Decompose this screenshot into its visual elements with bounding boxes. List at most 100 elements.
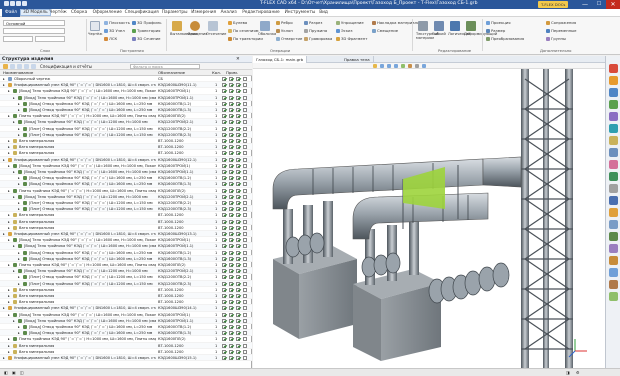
expand-arrow-icon[interactable]: ▸ — [8, 138, 12, 143]
visibility-checkbox[interactable] — [243, 145, 247, 150]
camera-icon[interactable] — [609, 196, 618, 205]
rotate-view-icon[interactable] — [394, 64, 398, 68]
visibility-checkbox[interactable] — [222, 120, 226, 125]
visibility-checkbox[interactable] — [236, 108, 240, 112]
visibility-checkbox[interactable] — [236, 318, 240, 323]
visibility-checkbox[interactable] — [229, 232, 233, 236]
expand-arrow-icon[interactable]: ▸ — [8, 287, 12, 292]
visibility-checkbox[interactable] — [236, 151, 240, 156]
visibility-checkbox[interactable] — [243, 157, 247, 162]
visibility-checkbox[interactable] — [222, 256, 226, 261]
visibility-checkbox[interactable] — [222, 318, 226, 323]
shell-button[interactable]: Оболочка — [258, 21, 276, 36]
expand-arrow-icon[interactable]: ▸ — [13, 194, 17, 199]
visibility-checkbox[interactable] — [243, 213, 247, 218]
visibility-checkbox[interactable] — [222, 263, 226, 267]
expand-arrow-icon[interactable]: ▸ — [8, 312, 12, 317]
animation-icon[interactable] — [609, 232, 618, 241]
structure-tree[interactable]: ▸ Сборочный чертеж СБ ▸ Унифицированный узел… — [0, 76, 252, 368]
rib-button[interactable]: Ребро — [276, 20, 293, 25]
simplify-button[interactable]: Упрощение — [336, 20, 364, 25]
open-icon[interactable] — [22, 1, 27, 6]
section-cut-button[interactable]: Разрез — [304, 20, 322, 25]
visibility-checkbox[interactable] — [229, 331, 233, 336]
loft-button[interactable]: По сечениям — [228, 28, 259, 33]
menu-item-3[interactable]: Сборка — [71, 10, 87, 15]
expand-icon[interactable] — [3, 64, 8, 69]
visibility-checkbox[interactable] — [229, 281, 233, 286]
visibility-checkbox[interactable] — [236, 170, 240, 174]
visibility-checkbox[interactable] — [236, 275, 240, 280]
visibility-checkbox[interactable] — [229, 151, 233, 156]
visibility-checkbox[interactable] — [243, 188, 247, 193]
notes-icon[interactable] — [609, 268, 618, 277]
spec-reports-button[interactable]: Спецификация и отчёты — [40, 64, 92, 69]
expand-arrow-icon[interactable]: ▸ — [8, 163, 12, 168]
visibility-checkbox[interactable] — [236, 139, 240, 143]
visibility-checkbox[interactable] — [236, 213, 240, 218]
expand-arrow-icon[interactable]: ▸ — [18, 175, 22, 180]
textures-icon[interactable] — [609, 280, 618, 289]
visibility-checkbox[interactable] — [236, 232, 240, 236]
visibility-checkbox[interactable] — [222, 83, 226, 88]
visibility-checkbox[interactable] — [236, 145, 240, 150]
visibility-checkbox[interactable] — [243, 89, 247, 94]
visibility-checkbox[interactable] — [243, 120, 247, 125]
extrude-button[interactable]: Выталкивание — [170, 21, 198, 36]
visibility-checkbox[interactable] — [236, 114, 240, 119]
visibility-checkbox[interactable] — [229, 176, 233, 181]
visibility-checkbox[interactable] — [222, 219, 226, 224]
expand-arrow-icon[interactable]: ▸ — [13, 243, 17, 248]
expand-arrow-icon[interactable]: ▸ — [18, 256, 22, 261]
materials-icon[interactable] — [609, 112, 618, 121]
menu-item-9[interactable]: Редактирование — [242, 10, 280, 15]
visibility-checkbox[interactable] — [236, 349, 240, 354]
trajectory-button[interactable]: Траектория — [132, 28, 160, 33]
visibility-checkbox[interactable] — [229, 194, 233, 199]
expand-arrow-icon[interactable]: ▸ — [18, 200, 22, 205]
expand-arrow-icon[interactable]: ▸ — [13, 169, 17, 174]
visibility-checkbox[interactable] — [236, 300, 240, 305]
view-orient-icon[interactable] — [373, 64, 377, 68]
visibility-checkbox[interactable] — [222, 132, 226, 137]
visibility-checkbox[interactable] — [229, 120, 233, 125]
visibility-checkbox[interactable] — [229, 225, 233, 230]
visibility-checkbox[interactable] — [222, 213, 226, 218]
expand-arrow-icon[interactable]: ▸ — [8, 336, 12, 341]
sketch-button[interactable]: Эскиз — [336, 28, 353, 33]
expand-arrow-icon[interactable]: ▸ — [8, 343, 12, 348]
visibility-checkbox[interactable] — [222, 294, 226, 298]
visibility-checkbox[interactable] — [222, 250, 226, 255]
visibility-checkbox[interactable] — [229, 89, 233, 94]
3d-fragment-button[interactable]: 3D Фрагмент — [336, 36, 367, 41]
expand-arrow-icon[interactable]: ▸ — [13, 119, 17, 124]
visibility-checkbox[interactable] — [229, 356, 233, 360]
visibility-checkbox[interactable] — [229, 95, 233, 100]
visibility-checkbox[interactable] — [222, 225, 226, 230]
expand-arrow-icon[interactable]: ▸ — [3, 157, 7, 162]
visibility-checkbox[interactable] — [243, 207, 247, 212]
visibility-checkbox[interactable] — [222, 356, 226, 360]
visibility-checkbox[interactable] — [243, 300, 247, 305]
engrave-button[interactable]: Гравировка — [304, 36, 332, 41]
projection-button[interactable]: Проекция — [486, 20, 511, 25]
visibility-checkbox[interactable] — [222, 101, 226, 106]
menu-item-10[interactable]: Инструменты — [285, 10, 316, 15]
status-icon-c[interactable]: ◫ — [20, 370, 24, 375]
expand-arrow-icon[interactable]: ▸ — [18, 181, 22, 186]
pan-icon[interactable] — [387, 64, 391, 68]
visibility-checkbox[interactable] — [229, 188, 233, 193]
visibility-checkbox[interactable] — [243, 114, 247, 119]
visibility-checkbox[interactable] — [222, 201, 226, 205]
render-icon[interactable] — [609, 160, 618, 169]
visibility-checkbox[interactable] — [229, 244, 233, 249]
expand-arrow-icon[interactable]: ▸ — [8, 219, 12, 224]
visibility-checkbox[interactable] — [236, 219, 240, 224]
expand-arrow-icon[interactable]: ▸ — [8, 88, 12, 93]
visibility-checkbox[interactable] — [243, 337, 247, 342]
zoom-icon[interactable] — [380, 64, 384, 68]
dimensions-icon[interactable] — [609, 256, 618, 265]
minimize-button[interactable]: — — [578, 0, 592, 9]
visibility-checkbox[interactable] — [236, 157, 240, 162]
menu-item-2[interactable]: Чертёж — [49, 10, 66, 15]
